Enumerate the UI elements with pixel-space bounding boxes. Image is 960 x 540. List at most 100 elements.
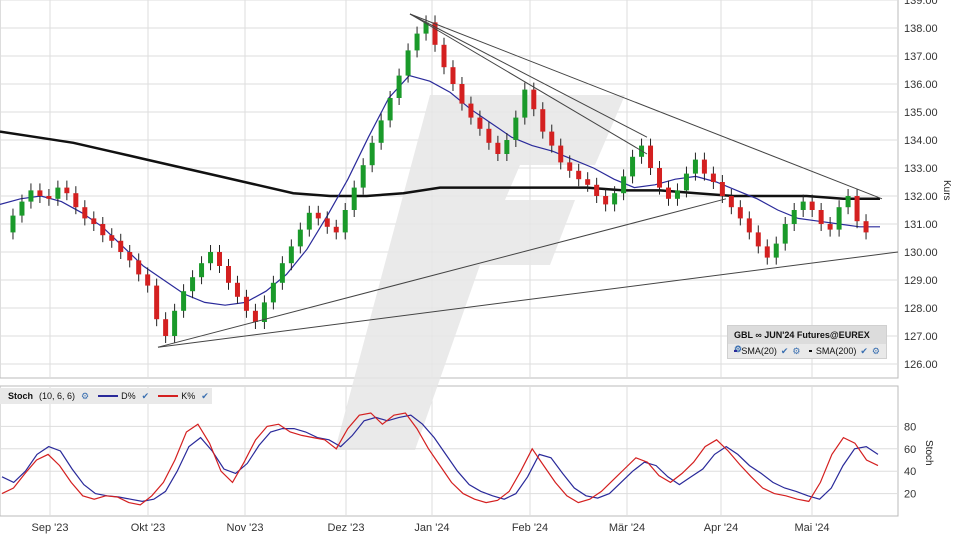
- stoch-legend: Stoch (10, 6, 6) ⚙ D% ✔ K% ✔: [0, 388, 212, 404]
- candle-body: [737, 207, 743, 219]
- sma200-settings-icon[interactable]: ⚙: [872, 344, 880, 358]
- candle-body: [621, 176, 627, 194]
- candle-body: [683, 173, 689, 191]
- candle-body: [450, 67, 456, 84]
- k-swatch: [158, 395, 179, 397]
- candle-body: [91, 218, 97, 224]
- price-legend: GBL ∞ JUN'24 Futures@EUREX ⚙ SMA(20) ✔ ⚙…: [727, 325, 887, 359]
- time-tick-label: Feb '24: [512, 522, 548, 534]
- candle-body: [773, 243, 779, 258]
- candle-body: [28, 190, 34, 202]
- candle-body: [387, 98, 393, 121]
- candle-body: [477, 117, 483, 129]
- sma200-check-icon[interactable]: ✔: [860, 344, 868, 358]
- candle-body: [782, 224, 788, 244]
- price-axis-title: Kurs: [941, 180, 952, 201]
- price-tick-label: 138.00: [904, 23, 938, 35]
- candle-body: [127, 252, 133, 261]
- candle-body: [163, 319, 169, 336]
- candle-body: [818, 210, 824, 224]
- candle-body: [118, 240, 124, 252]
- candle-body: [306, 212, 312, 230]
- candle-body: [333, 226, 339, 233]
- candle-body: [46, 196, 52, 199]
- d-swatch: [98, 395, 119, 397]
- candle-body: [100, 224, 106, 236]
- stoch-axis: 20 40 60 80: [904, 421, 916, 500]
- candle-body: [594, 184, 600, 196]
- candle-body: [746, 218, 752, 233]
- sma20-check-icon[interactable]: ✔: [781, 344, 789, 358]
- sma20-settings-icon[interactable]: ⚙: [792, 344, 800, 358]
- k-label: K%: [181, 391, 196, 401]
- candle-body: [585, 179, 591, 185]
- candle-body: [459, 84, 465, 104]
- candle-body: [243, 296, 249, 311]
- candle-body: [270, 282, 276, 303]
- candle-body: [297, 229, 303, 247]
- time-tick-label: Dez '23: [328, 522, 365, 534]
- candle-body: [827, 224, 833, 230]
- price-tick-label: 126.00: [904, 359, 938, 371]
- candle-body: [558, 145, 564, 163]
- candle-body: [567, 162, 573, 171]
- candle-body: [549, 131, 555, 146]
- candle-body: [719, 182, 725, 196]
- time-tick-label: Nov '23: [227, 522, 264, 534]
- stoch-tick-label: 60: [904, 444, 916, 456]
- candle-body: [199, 263, 205, 278]
- candle-body: [369, 142, 375, 166]
- price-tick-label: 136.00: [904, 79, 938, 91]
- sma200-label: SMA(200): [815, 346, 857, 356]
- price-tick-label: 127.00: [904, 331, 938, 343]
- candle-body: [190, 277, 196, 292]
- price-tick-label: 128.00: [904, 303, 938, 315]
- candle-body: [495, 142, 501, 154]
- candle-body: [217, 252, 223, 266]
- candle-body: [692, 159, 698, 174]
- price-tick-label: 131.00: [904, 219, 938, 231]
- price-axis: 126.00 127.00 128.00 129.00 130.00 131.00 132.…: [904, 0, 938, 371]
- price-tick-label: 129.00: [904, 275, 938, 287]
- candle-body: [809, 201, 815, 210]
- candle-body: [136, 260, 142, 275]
- d-check-icon[interactable]: ✔: [139, 391, 153, 402]
- chart-canvas: 126.00 127.00 128.00 129.00 130.00 131.00 132.…: [0, 0, 938, 534]
- price-tick-label: 135.00: [904, 107, 938, 119]
- candle-body: [764, 246, 770, 258]
- candle-body: [208, 252, 214, 264]
- candle-body: [145, 274, 151, 286]
- candle-body: [109, 235, 115, 241]
- candle-body: [234, 282, 240, 297]
- candle-body: [540, 109, 546, 132]
- candle-body: [19, 201, 25, 216]
- price-tick-label: 137.00: [904, 51, 938, 63]
- candle-body: [665, 187, 671, 199]
- price-tick-label: 132.00: [904, 191, 938, 203]
- price-tick-label: 134.00: [904, 135, 938, 147]
- candle-body: [315, 212, 321, 219]
- candle-body: [360, 165, 366, 188]
- candle-body: [800, 201, 806, 210]
- k-check-icon[interactable]: ✔: [198, 391, 212, 402]
- stoch-settings-icon[interactable]: ⚙: [78, 391, 92, 402]
- candle-body: [657, 168, 663, 188]
- time-tick-label: Mär '24: [609, 522, 645, 534]
- candle-body: [82, 207, 88, 219]
- time-tick-label: Apr '24: [704, 522, 739, 534]
- candle-body: [522, 89, 528, 118]
- candle-body: [441, 44, 447, 68]
- candle-body: [755, 232, 761, 247]
- candle-body: [37, 190, 43, 196]
- candle-body: [324, 218, 330, 227]
- instrument-label: GBL ∞ JUN'24 Futures@EUREX: [734, 330, 870, 340]
- candle-body: [854, 196, 860, 222]
- candle-body: [486, 128, 492, 143]
- price-tick-label: 130.00: [904, 247, 938, 259]
- time-tick-label: Okt '23: [131, 522, 166, 534]
- candle-body: [630, 156, 636, 177]
- candle-body: [351, 187, 357, 210]
- stoch-axis-title: Stoch: [923, 440, 934, 466]
- stoch-params: (10, 6, 6): [39, 391, 76, 401]
- legend-row: SMA(20) ✔ ⚙ SMA(200) ✔ ⚙: [728, 344, 886, 358]
